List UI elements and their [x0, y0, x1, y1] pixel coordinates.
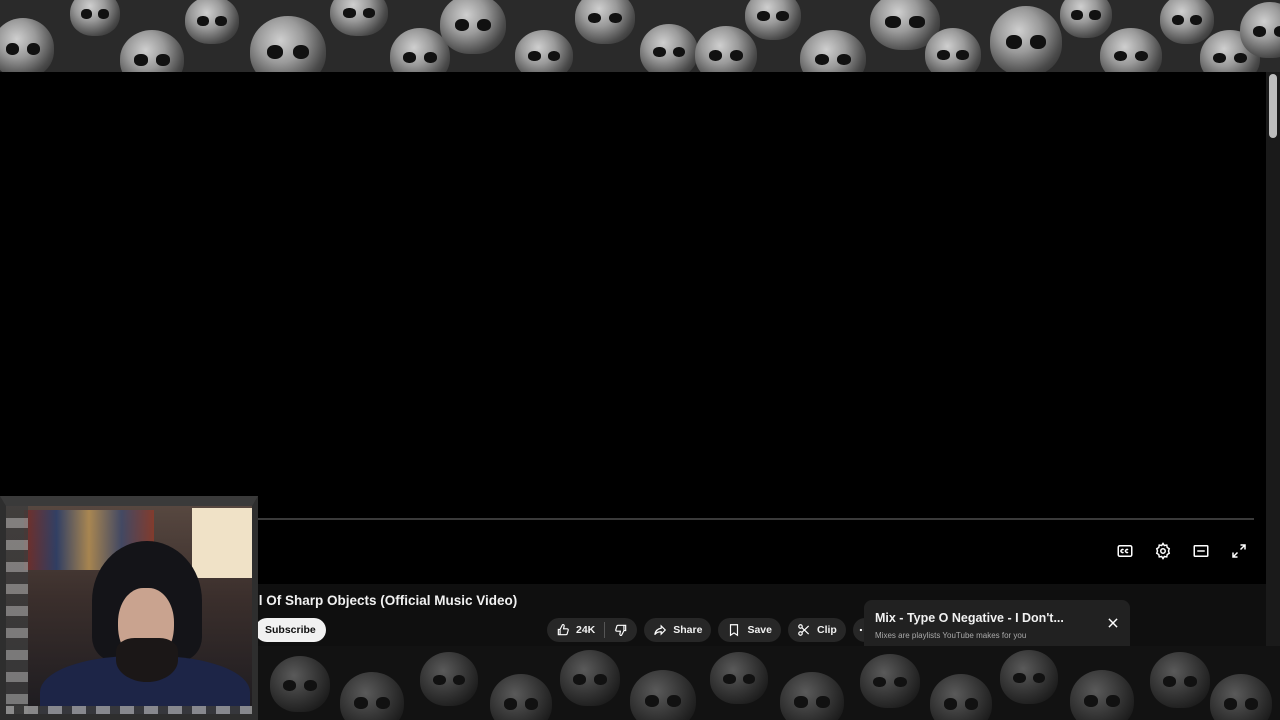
- skull-decoration: [70, 0, 120, 36]
- skull-decoration: [1100, 28, 1162, 72]
- thumbs-down-icon: [615, 624, 627, 636]
- skull-decoration: [340, 672, 404, 720]
- webcam-frame: [0, 496, 258, 720]
- share-button[interactable]: Share: [644, 618, 712, 642]
- closed-captions-icon[interactable]: [1114, 540, 1136, 562]
- settings-gear-icon[interactable]: [1152, 540, 1174, 562]
- skull-decoration: [780, 672, 844, 720]
- theater-mode-icon[interactable]: [1190, 540, 1212, 562]
- skull-decoration: [630, 670, 696, 720]
- skull-decoration: [575, 0, 635, 44]
- action-bar: 24K Share Save Clip: [547, 618, 877, 642]
- skull-decoration: [1000, 650, 1058, 704]
- clip-label: Clip: [816, 624, 837, 636]
- skull-decoration: [925, 28, 981, 72]
- mix-title: Mix - Type O Negative - I Don't...: [875, 611, 1064, 625]
- dislike-button[interactable]: [605, 618, 637, 642]
- save-button[interactable]: Save: [718, 618, 781, 642]
- skull-decoration: [250, 16, 326, 72]
- fullscreen-icon[interactable]: [1228, 540, 1250, 562]
- clip-button[interactable]: Clip: [787, 618, 846, 642]
- webcam-overlay: [0, 496, 258, 720]
- player-controls-right: [1114, 540, 1250, 562]
- skull-decoration: [1210, 674, 1272, 720]
- like-dislike-group: 24K: [547, 618, 638, 642]
- mix-playlist-card[interactable]: Mix - Type O Negative - I Don't... Mixes…: [864, 600, 1130, 646]
- skull-decoration: [695, 26, 757, 72]
- skull-decoration: [710, 652, 768, 704]
- skull-banner-top: [0, 0, 1280, 72]
- skull-decoration: [1070, 670, 1134, 720]
- skull-decoration: [1160, 0, 1214, 44]
- skull-decoration: [515, 30, 573, 72]
- scissors-icon: [798, 624, 810, 636]
- share-arrow-icon: [654, 624, 667, 636]
- skull-decoration: [440, 0, 506, 54]
- skull-decoration: [120, 30, 184, 72]
- skull-decoration: [560, 650, 620, 706]
- video-title: ll Of Sharp Objects (Official Music Vide…: [255, 593, 518, 608]
- subscribe-button[interactable]: Subscribe: [255, 618, 326, 642]
- scrollbar-thumb[interactable]: [1269, 74, 1277, 138]
- thumbs-up-icon: [557, 624, 569, 636]
- skull-decoration: [990, 6, 1062, 72]
- page-scrollbar[interactable]: [1266, 72, 1280, 646]
- skull-decoration: [860, 654, 920, 708]
- mix-subtitle: Mixes are playlists YouTube makes for yo…: [875, 631, 1027, 640]
- skull-decoration: [0, 18, 54, 72]
- skull-decoration: [1060, 0, 1112, 38]
- close-icon[interactable]: [1106, 616, 1120, 630]
- skull-decoration: [930, 674, 992, 720]
- skull-decoration: [1150, 652, 1210, 708]
- skull-decoration: [800, 30, 866, 72]
- share-label: Share: [673, 624, 703, 636]
- like-count: 24K: [576, 624, 596, 636]
- skull-decoration: [330, 0, 388, 36]
- skull-decoration: [185, 0, 239, 44]
- bookmark-icon: [730, 624, 739, 637]
- save-label: Save: [747, 624, 772, 636]
- like-button[interactable]: 24K: [547, 618, 604, 642]
- skull-decoration: [420, 652, 478, 706]
- skull-decoration: [1240, 2, 1280, 58]
- skull-decoration: [640, 24, 698, 72]
- skull-decoration: [270, 656, 330, 712]
- skull-decoration: [490, 674, 552, 720]
- skull-decoration: [745, 0, 801, 40]
